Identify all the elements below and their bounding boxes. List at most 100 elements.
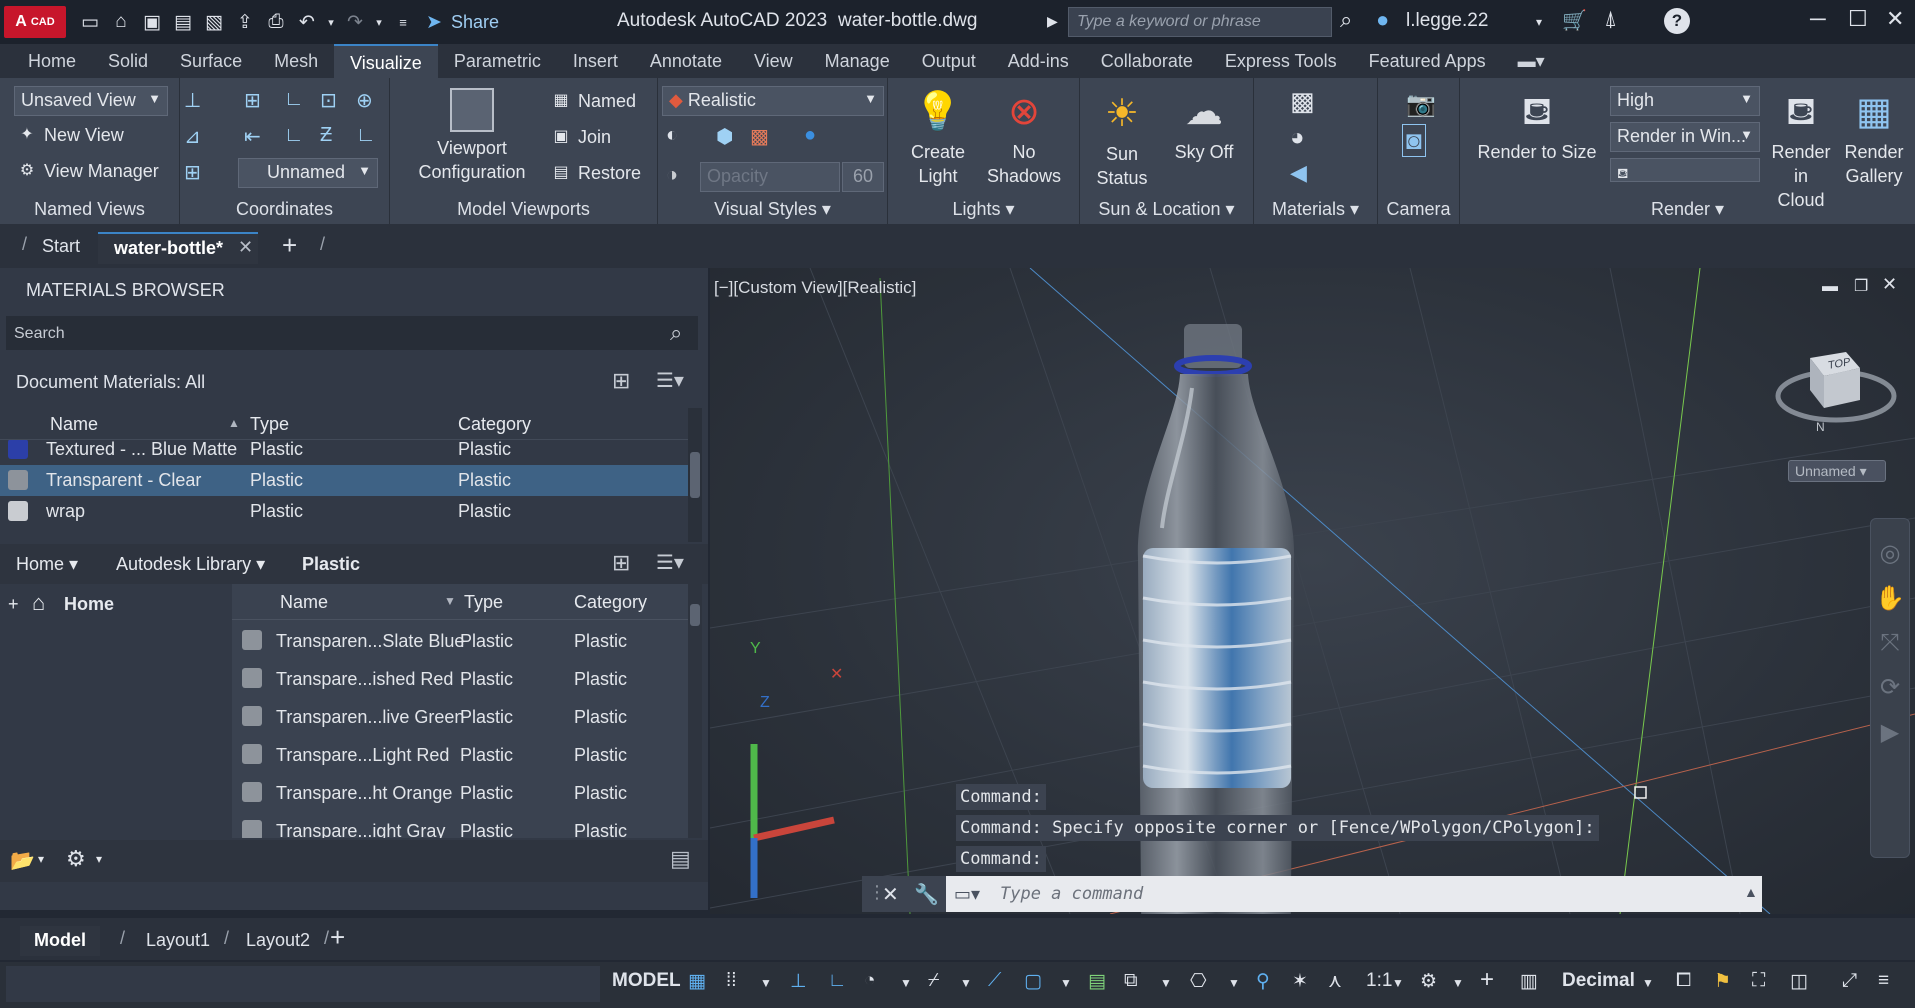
render-quality-dropdown[interactable]: High ▼ (1610, 86, 1760, 116)
minimize-icon[interactable]: ─ (1810, 6, 1826, 32)
create-material-icon[interactable]: ⊞ (612, 368, 630, 394)
ucs-y-icon[interactable]: ∟ (356, 124, 376, 147)
tab-collaborate[interactable]: Collaborate (1085, 44, 1209, 78)
sky-off-button[interactable]: ☁ Sky Off (1162, 88, 1246, 164)
annotation-scale-value[interactable]: 1:1 (1366, 970, 1392, 992)
viewport-label[interactable]: [−][Custom View][Realistic] (714, 278, 916, 298)
transparency-icon[interactable]: ▤ (1088, 970, 1106, 993)
export-icon[interactable]: ⇪ (231, 9, 259, 35)
list-item[interactable]: Transparen...live Green Plastic Plastic (232, 698, 688, 736)
ucs-world-icon[interactable]: ⊞ (244, 88, 261, 113)
tab-solid[interactable]: Solid (92, 44, 164, 78)
header-name[interactable]: Name (50, 414, 98, 435)
expand-arrow-icon[interactable]: ▶ (1047, 13, 1058, 30)
layout-tab-model[interactable]: Model (20, 926, 100, 956)
materials-browser-icon[interactable]: ▩ (1290, 86, 1315, 117)
chevron-down-icon[interactable]: ▾ (96, 852, 102, 866)
doc-scrollbar-thumb[interactable] (690, 452, 700, 498)
materials-mapping-icon[interactable]: ◕ (1290, 124, 1305, 152)
annotation-visibility-icon[interactable]: ⚲ (1256, 970, 1270, 993)
list-item[interactable]: Transpare...Light Red Plastic Plastic (232, 736, 688, 774)
zoom-extents-icon[interactable]: ⤧ (1871, 629, 1909, 657)
plot-icon[interactable]: ⎙ (262, 9, 290, 35)
ucs-object-icon[interactable]: ⊕ (356, 88, 373, 113)
material-attach-icon[interactable]: ◀ (1290, 160, 1307, 186)
layout-tab-layout1[interactable]: Layout1 (132, 926, 224, 956)
graphics-performance-icon[interactable]: ◫ (1790, 970, 1808, 993)
color-effects-icon[interactable]: ▩ (750, 124, 769, 149)
publish-icon[interactable]: ▧ (200, 9, 228, 35)
command-prompt-icon[interactable]: ▭▾ (954, 884, 980, 905)
tab-home[interactable]: Home (12, 44, 92, 78)
snap-icon[interactable]: ⁞⁞ (726, 970, 737, 992)
render-in-cloud-button[interactable]: ⛾ Render in Cloud (1764, 88, 1838, 212)
command-history-toggle-icon[interactable]: ▲ (1744, 884, 1758, 900)
lock-ui-icon[interactable]: ⚑ (1714, 970, 1731, 993)
tab-surface[interactable]: Surface (164, 44, 258, 78)
selection-cycling-icon[interactable]: ⧉ (1124, 970, 1138, 992)
lighting-sphere-icon[interactable]: ● (804, 124, 816, 147)
user-dropdown-icon[interactable]: ▾ (1536, 15, 1542, 29)
close-icon[interactable]: ✕ (1886, 6, 1904, 32)
chevron-down-icon[interactable]: ▼ (1228, 976, 1240, 990)
close-command-icon[interactable]: ✕ (882, 882, 899, 907)
join-viewports-button[interactable]: ▣ Join (550, 126, 611, 148)
redo-dropdown-icon[interactable]: ▾ (372, 9, 386, 35)
tab-annotate[interactable]: Annotate (634, 44, 738, 78)
tree-home-item[interactable]: Home (64, 594, 114, 615)
ucs-3point-icon[interactable]: ⊿ (184, 124, 201, 149)
ucs-view-icon[interactable]: ⊡ (320, 88, 337, 113)
polar-icon[interactable]: ◔ (864, 970, 875, 992)
opacity-slider[interactable]: Opacity (700, 162, 840, 192)
ucs-previous-icon[interactable]: ⇤ (244, 124, 261, 149)
table-row[interactable]: wrap Plastic Plastic (0, 496, 690, 527)
user-icon[interactable]: ● (1376, 7, 1389, 33)
units-icon[interactable]: ▥ (1520, 970, 1538, 993)
chevron-down-icon[interactable]: ▼ (1060, 976, 1072, 990)
ucs-origin-icon[interactable]: ∟ (284, 88, 304, 111)
ucs-name-dropdown[interactable]: Unnamed ▾ (1788, 460, 1886, 482)
tab-view[interactable]: View (738, 44, 809, 78)
annotation-monitor-icon[interactable]: + (1480, 966, 1494, 994)
chevron-down-icon[interactable]: ▼ (960, 976, 972, 990)
no-shadows-button[interactable]: ⊗ No Shadows (986, 88, 1062, 188)
autodesk-library-dropdown[interactable]: Autodesk Library ▾ (116, 554, 265, 575)
chevron-down-icon[interactable]: ▼ (900, 976, 912, 990)
customize-qa-icon[interactable]: ≡ (389, 9, 417, 35)
table-row[interactable]: Textured - ... Blue Matte Plastic Plastic (0, 440, 690, 465)
tab-manage[interactable]: Manage (809, 44, 906, 78)
home-library-dropdown[interactable]: Home ▾ (16, 554, 78, 575)
redo-icon[interactable]: ↷ (341, 9, 369, 35)
list-item[interactable]: Transpare...ished Red Plastic Plastic (232, 660, 688, 698)
app-logo[interactable]: A CAD (4, 6, 66, 38)
chevron-down-icon[interactable]: ▾ (38, 852, 44, 866)
showmotion-icon[interactable]: ▶ (1871, 718, 1909, 747)
viewport-configuration-button[interactable]: Viewport Configuration (404, 88, 540, 184)
undo-dropdown-icon[interactable]: ▾ (324, 9, 338, 35)
header-category[interactable]: Category (458, 414, 531, 435)
open-folder-icon[interactable]: ⌂ (107, 9, 135, 35)
create-material-footer-icon[interactable]: ⚙ (66, 846, 86, 872)
ucs-icon[interactable]: ⊥ (184, 88, 201, 113)
library-list-icon[interactable]: ☰▾ (656, 550, 684, 575)
open-library-icon[interactable]: 📂 (10, 848, 35, 873)
chevron-down-icon[interactable]: ▼ (1160, 976, 1172, 990)
ucs-x-icon[interactable]: ∟ (284, 124, 304, 147)
view-dropdown[interactable]: Unsaved View ▼ (14, 86, 168, 116)
tab-insert[interactable]: Insert (557, 44, 634, 78)
doc-scrollbar[interactable] (688, 408, 702, 542)
ucs-settings-icon[interactable]: ⊞ (184, 160, 201, 185)
maximize-icon[interactable]: ☐ (1848, 6, 1868, 32)
undo-icon[interactable]: ↶ (293, 9, 321, 35)
tab-mesh[interactable]: Mesh (258, 44, 334, 78)
orbit-icon[interactable]: ⟳ (1871, 673, 1909, 702)
isodraft-icon[interactable]: ⌿ (928, 970, 939, 992)
library-category[interactable]: Plastic (302, 554, 360, 575)
chevron-down-icon[interactable]: ▼ (760, 976, 772, 990)
create-camera-icon[interactable]: 📷 (1406, 90, 1436, 119)
view-manager-button[interactable]: ⚙ View Manager (16, 160, 159, 182)
table-row[interactable]: Transparent - Clear Plastic Plastic (0, 465, 690, 496)
help-icon[interactable]: ? (1664, 8, 1690, 34)
share-button[interactable]: Share (451, 12, 499, 33)
layout-tab-layout2[interactable]: Layout2 (232, 926, 324, 956)
